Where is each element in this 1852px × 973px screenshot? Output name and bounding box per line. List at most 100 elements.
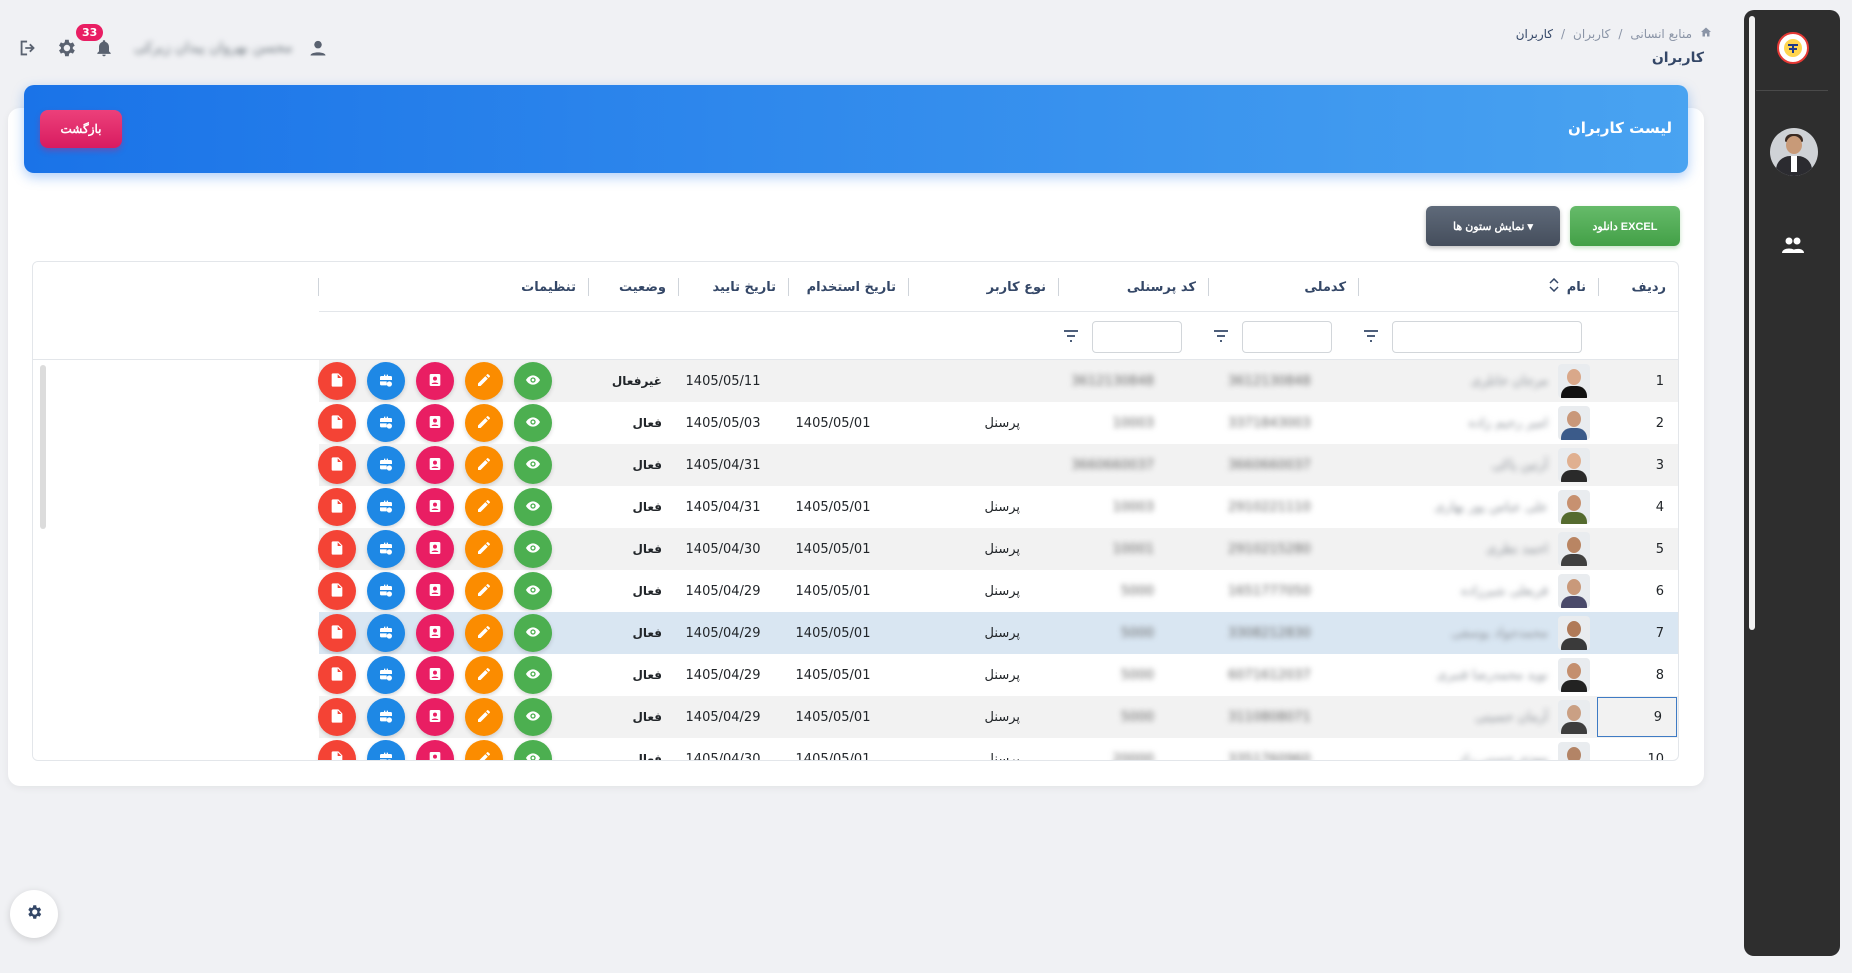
- table-row[interactable]: 7 محمدجواد یوسفی 3308212830 5000 پرسنل 1…: [318, 612, 1678, 654]
- view-button[interactable]: [514, 530, 552, 568]
- perscode-filter-input[interactable]: [1092, 321, 1182, 353]
- row-index[interactable]: 10: [1598, 738, 1678, 761]
- melli-cell[interactable]: 3660660037: [1178, 444, 1378, 486]
- edit-button[interactable]: [465, 698, 503, 736]
- user-type-cell[interactable]: پرسنل: [888, 486, 1038, 528]
- download-excel-button[interactable]: دانلود EXCEL: [1570, 206, 1680, 246]
- jobs-button[interactable]: [367, 698, 405, 736]
- jobs-button[interactable]: [367, 656, 405, 694]
- view-button[interactable]: [514, 740, 552, 760]
- status-cell[interactable]: فعال: [588, 570, 678, 612]
- table-row[interactable]: 2 امیر رحیم زاده 3371843003 10003 پرسنل …: [318, 402, 1678, 444]
- perscode-cell[interactable]: 3612130848: [1028, 360, 1178, 402]
- status-cell[interactable]: فعال: [588, 528, 678, 570]
- table-row[interactable]: 6 قربعلی شیرزاده 1651777050 5000 پرسنل 1…: [318, 570, 1678, 612]
- documents-button[interactable]: [318, 656, 356, 694]
- jobs-button[interactable]: [367, 362, 405, 400]
- melli-filter-input[interactable]: [1242, 321, 1332, 353]
- header-melli[interactable]: کدملی: [1208, 262, 1358, 312]
- table-scrollbar[interactable]: [40, 365, 46, 529]
- breadcrumb-item[interactable]: کاربران: [1573, 27, 1610, 41]
- table-row[interactable]: 10 مهدی حسنی راد 3351760960 20000 پرسنل …: [318, 738, 1678, 761]
- hire-date-cell[interactable]: 1405/05/01: [778, 486, 888, 528]
- header-hire-date[interactable]: تاریخ استخدام: [788, 262, 908, 312]
- view-button[interactable]: [514, 446, 552, 484]
- bell-icon[interactable]: 33: [76, 24, 116, 60]
- confirm-date-cell[interactable]: 1405/04/29: [668, 696, 778, 738]
- status-cell[interactable]: فعال: [588, 612, 678, 654]
- documents-button[interactable]: [318, 488, 356, 526]
- header-name[interactable]: نام: [1358, 262, 1598, 312]
- view-button[interactable]: [514, 698, 552, 736]
- status-cell[interactable]: فعال: [588, 486, 678, 528]
- table-row[interactable]: 8 نوید محمدرضا قنبری 6071612037 5000 پرس…: [318, 654, 1678, 696]
- jobs-button[interactable]: [367, 572, 405, 610]
- header-confirm-date[interactable]: تاریخ تایید: [678, 262, 788, 312]
- hire-date-cell[interactable]: 1405/05/01: [778, 738, 888, 761]
- table-row[interactable]: 4 علی عباس پور بهاری 2910221110 10003 پر…: [318, 486, 1678, 528]
- row-index[interactable]: 5: [1598, 528, 1678, 570]
- profile-button[interactable]: [416, 614, 454, 652]
- hire-date-cell[interactable]: [778, 360, 888, 402]
- app-logo[interactable]: [1777, 32, 1809, 64]
- view-button[interactable]: [514, 656, 552, 694]
- user-type-cell[interactable]: پرسنل: [888, 654, 1038, 696]
- profile-button[interactable]: [416, 404, 454, 442]
- settings-fab[interactable]: [10, 890, 58, 938]
- filter-icon[interactable]: [1362, 327, 1380, 345]
- user-type-cell[interactable]: پرسنل: [888, 402, 1038, 444]
- filter-icon[interactable]: [1212, 327, 1230, 345]
- documents-button[interactable]: [318, 404, 356, 442]
- breadcrumb-item[interactable]: منابع انسانی: [1630, 27, 1692, 41]
- hire-date-cell[interactable]: 1405/05/01: [778, 402, 888, 444]
- edit-button[interactable]: [465, 572, 503, 610]
- profile-button[interactable]: [416, 698, 454, 736]
- sidebar-scrollbar[interactable]: [1749, 16, 1755, 630]
- user-type-cell[interactable]: پرسنل: [888, 528, 1038, 570]
- melli-cell[interactable]: 3612130848: [1178, 360, 1378, 402]
- row-index[interactable]: 7: [1598, 612, 1678, 654]
- jobs-button[interactable]: [367, 530, 405, 568]
- status-cell[interactable]: فعال: [588, 738, 678, 760]
- row-index[interactable]: 6: [1598, 570, 1678, 612]
- edit-button[interactable]: [465, 488, 503, 526]
- jobs-button[interactable]: [367, 488, 405, 526]
- melli-cell[interactable]: 6071612037: [1178, 654, 1378, 696]
- perscode-cell[interactable]: 5000: [1028, 612, 1178, 654]
- hire-date-cell[interactable]: 1405/05/01: [778, 654, 888, 696]
- hire-date-cell[interactable]: 1405/05/01: [778, 696, 888, 738]
- melli-cell[interactable]: 3371843003: [1178, 402, 1378, 444]
- sort-icon[interactable]: [1549, 277, 1559, 296]
- status-cell[interactable]: غیرفعال: [588, 360, 678, 402]
- confirm-date-cell[interactable]: 1405/04/29: [668, 612, 778, 654]
- username[interactable]: محسن بهروان پیدان زیرکی: [134, 40, 292, 56]
- confirm-date-cell[interactable]: 1405/04/31: [668, 444, 778, 486]
- edit-button[interactable]: [465, 530, 503, 568]
- hire-date-cell[interactable]: [778, 444, 888, 486]
- jobs-button[interactable]: [367, 446, 405, 484]
- row-index[interactable]: 9: [1597, 697, 1677, 737]
- logout-icon[interactable]: [16, 36, 40, 60]
- status-cell[interactable]: فعال: [588, 696, 678, 738]
- table-row[interactable]: 9 آرمان حسینی 3110808071 5000 پرسنل 1405…: [318, 696, 1678, 738]
- header-status[interactable]: وضعیت: [588, 262, 678, 312]
- view-button[interactable]: [514, 362, 552, 400]
- profile-button[interactable]: [416, 572, 454, 610]
- show-columns-button[interactable]: نمایش ستون ها ▾: [1426, 206, 1560, 246]
- home-icon[interactable]: [1700, 26, 1712, 41]
- profile-button[interactable]: [416, 656, 454, 694]
- edit-button[interactable]: [465, 740, 503, 760]
- documents-button[interactable]: [318, 572, 356, 610]
- back-button[interactable]: بازگشت: [40, 110, 122, 148]
- perscode-cell[interactable]: 5000: [1028, 654, 1178, 696]
- users-icon[interactable]: [1781, 236, 1805, 254]
- header-perscode[interactable]: کد پرسنلی: [1058, 262, 1208, 312]
- name-filter-input[interactable]: [1392, 321, 1582, 353]
- documents-button[interactable]: [318, 614, 356, 652]
- edit-button[interactable]: [465, 362, 503, 400]
- perscode-cell[interactable]: 5000: [1028, 570, 1178, 612]
- jobs-button[interactable]: [367, 740, 405, 760]
- documents-button[interactable]: [318, 362, 356, 400]
- user-type-cell[interactable]: [888, 360, 1038, 402]
- hire-date-cell[interactable]: 1405/05/01: [778, 570, 888, 612]
